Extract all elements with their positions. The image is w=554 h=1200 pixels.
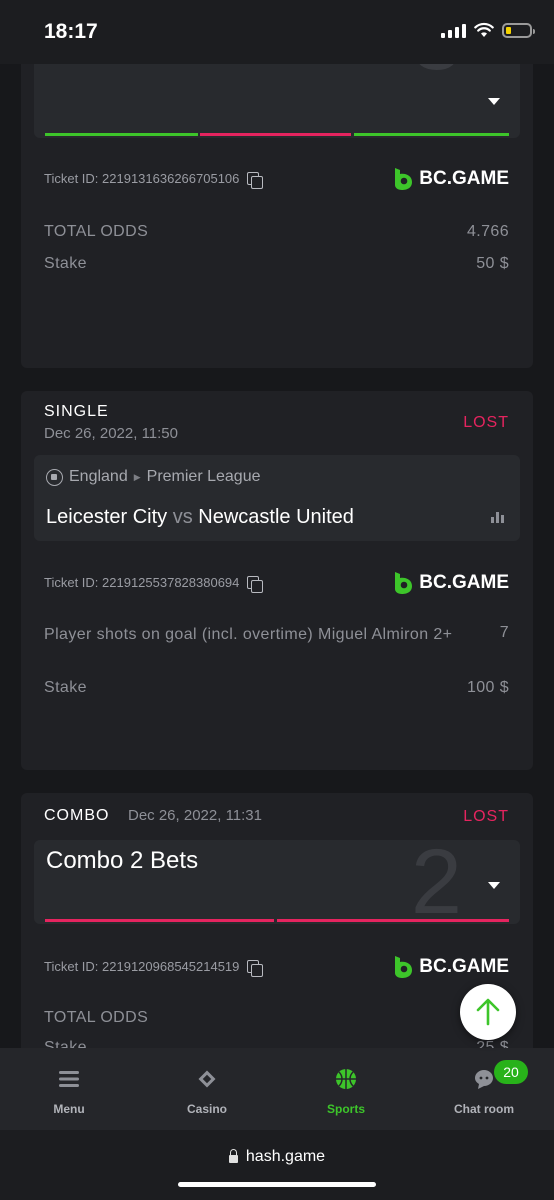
ticket-id: Ticket ID: 2219131636266705106: [44, 171, 264, 189]
bottom-tab-bar: Menu Casino Sports Chat room: [0, 1048, 554, 1130]
brand-name: BC.GAME: [419, 572, 509, 593]
total-odds-label: TOTAL ODDS: [44, 1009, 149, 1026]
bet-card-single: SINGLE Dec 26, 2022, 11:50 LOST England …: [21, 391, 533, 770]
cellular-signal-icon: [441, 22, 466, 38]
lock-icon: [228, 1149, 238, 1163]
leg-result-bar: [200, 133, 351, 136]
arrow-up-icon: [476, 998, 500, 1026]
status-icons: [441, 22, 535, 38]
bcgame-logo: BC.GAME: [393, 167, 509, 191]
home-team: Leicester City: [46, 506, 168, 528]
browser-bar: hash.game: [0, 1130, 554, 1200]
chat-unread-badge: 20: [494, 1060, 528, 1084]
status-badge: LOST: [463, 808, 509, 825]
tab-label: Menu: [53, 1102, 85, 1116]
bet-card-combo-2: COMBO Dec 26, 2022, 11:31 LOST 2 Combo 2…: [21, 793, 533, 1048]
url-bar[interactable]: hash.game: [0, 1148, 554, 1166]
selection-text: Player shots on goal (incl. overtime) Mi…: [44, 626, 453, 643]
away-team: Newcastle United: [198, 506, 354, 528]
bcgame-logo-icon: [395, 572, 413, 594]
tab-chat-room[interactable]: Chat room: [415, 1048, 553, 1130]
total-odds-label: TOTAL ODDS: [44, 223, 149, 240]
status-badge: LOST: [463, 414, 509, 431]
leg-result-bar: [45, 133, 198, 136]
tab-label: Sports: [326, 1102, 365, 1116]
match-teams: Leicester City vs Newcastle United: [46, 506, 354, 529]
copy-icon[interactable]: [247, 576, 264, 593]
ticket-id-text: Ticket ID: 2219120968545214519: [44, 959, 240, 974]
league-name: Premier League: [146, 468, 261, 485]
total-odds-value: 4.766: [466, 223, 509, 240]
chevron-down-icon[interactable]: [488, 882, 500, 889]
match-info[interactable]: England ▶ Premier League Leicester City …: [34, 455, 520, 541]
stake-label: Stake: [44, 1039, 87, 1048]
wifi-icon: [474, 22, 494, 37]
bet-type: SINGLE: [44, 403, 109, 420]
combo-title: Combo 2 Bets: [46, 847, 199, 874]
ticket-id-text: Ticket ID: 2219131636266705106: [44, 171, 240, 186]
league-breadcrumb: England ▶ Premier League: [46, 468, 260, 486]
leg-result-bar: [277, 919, 509, 922]
stake-label: Stake: [44, 679, 87, 696]
chevron-right-icon: ▶: [133, 471, 141, 482]
tab-menu[interactable]: Menu: [0, 1048, 138, 1130]
chat-bubble-icon: [475, 1070, 493, 1089]
odds-value: 7: [499, 624, 509, 641]
status-time: 18:17: [44, 20, 98, 43]
bcgame-logo: BC.GAME: [393, 955, 509, 979]
bet-date: Dec 26, 2022, 11:31: [128, 807, 262, 824]
tab-sports[interactable]: Sports: [277, 1048, 415, 1130]
brand-name: BC.GAME: [419, 956, 509, 977]
leg-result-bar: [45, 919, 274, 922]
battery-icon: [502, 22, 535, 38]
brand-name: BC.GAME: [419, 168, 509, 189]
bet-date: Dec 26, 2022, 11:50: [44, 425, 178, 442]
chevron-down-icon[interactable]: [488, 98, 500, 105]
stake-value: 100 $: [466, 679, 509, 696]
tab-label: Casino: [186, 1102, 227, 1116]
bcgame-logo-icon: [395, 956, 413, 978]
bet-history-list[interactable]: 3 Combo 3 Bets Ticket ID: 22191316362667…: [0, 0, 554, 1048]
tab-casino[interactable]: Casino: [138, 1048, 276, 1130]
stake-value: 50 $: [476, 255, 509, 272]
country-name: England: [69, 468, 128, 485]
stake-label: Stake: [44, 255, 87, 272]
copy-icon[interactable]: [247, 960, 264, 977]
stats-icon[interactable]: [491, 512, 504, 523]
hamburger-icon: [59, 1071, 79, 1087]
copy-icon[interactable]: [247, 172, 264, 189]
tab-label: Chat room: [454, 1102, 514, 1116]
basketball-icon: [336, 1069, 356, 1089]
bet-type: COMBO: [44, 807, 110, 824]
stake-value: 25 $: [476, 1039, 509, 1048]
scroll-to-top-button[interactable]: [460, 984, 516, 1040]
home-indicator[interactable]: [178, 1182, 376, 1187]
vs-label: vs: [172, 506, 193, 528]
ticket-id-text: Ticket ID: 2219125537828380694: [44, 575, 240, 590]
status-bar: 18:17: [0, 0, 554, 64]
url-text: hash.game: [245, 1148, 326, 1165]
ticket-id: Ticket ID: 2219120968545214519: [44, 959, 264, 977]
combo-count-watermark: 2: [410, 831, 462, 933]
combo-header[interactable]: 2 Combo 2 Bets: [34, 836, 520, 928]
casino-chip-icon: [198, 1070, 216, 1088]
bcgame-logo-icon: [395, 168, 413, 190]
leg-result-bar: [354, 133, 509, 136]
ticket-id: Ticket ID: 2219125537828380694: [44, 575, 264, 593]
soccer-ball-icon: [46, 468, 63, 486]
bcgame-logo: BC.GAME: [393, 571, 509, 595]
